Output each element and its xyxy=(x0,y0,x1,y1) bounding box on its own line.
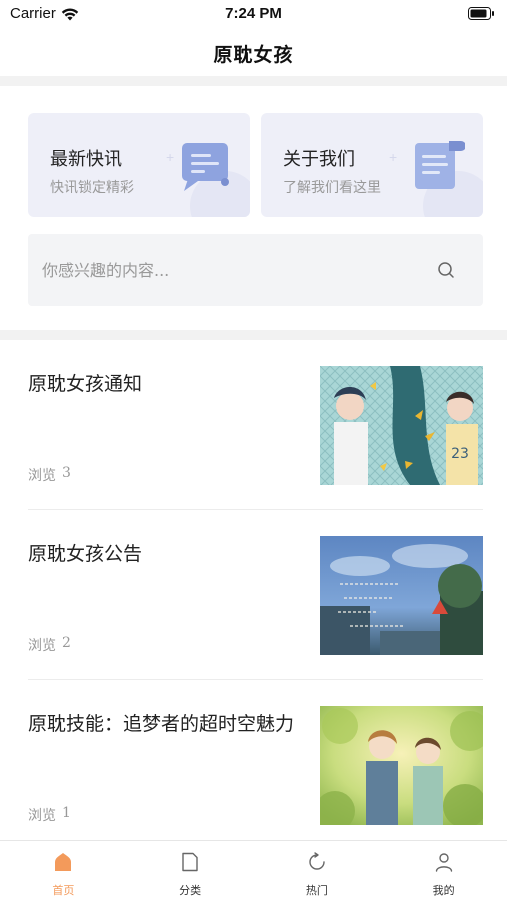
status-bar: Carrier 7:24 PM xyxy=(0,0,507,30)
view-count: 浏览 2 xyxy=(28,635,71,655)
news-thumbnail xyxy=(320,706,483,825)
tab-category[interactable]: 分类 xyxy=(127,841,254,900)
tab-label: 热门 xyxy=(305,884,328,897)
status-time: 7:24 PM xyxy=(225,5,282,22)
hot-icon xyxy=(307,852,327,876)
view-count: 浏览 1 xyxy=(28,805,71,825)
views-label: 浏览 xyxy=(28,468,56,484)
news-thumbnail xyxy=(320,536,483,655)
news-title: 原耽技能：追梦者的超时空魅力 xyxy=(28,713,295,735)
views-value: 2 xyxy=(62,635,71,651)
card-title: 关于我们 xyxy=(283,149,355,170)
section-divider xyxy=(0,76,507,86)
profile-icon xyxy=(434,852,454,876)
plus-decoration-icon: + xyxy=(389,149,398,165)
views-value: 3 xyxy=(62,465,71,481)
card-subtitle: 了解我们看这里 xyxy=(283,180,381,196)
about-us-card[interactable]: + 关于我们 了解我们看这里 xyxy=(261,113,483,217)
chat-bubble-icon xyxy=(178,139,232,197)
search-icon[interactable] xyxy=(437,261,455,283)
news-title: 原耽女孩通知 xyxy=(28,373,143,395)
section-divider xyxy=(0,330,507,340)
tab-label: 首页 xyxy=(52,884,75,897)
view-count: 浏览 3 xyxy=(28,465,71,485)
tab-bar: 首页 分类 热门 我的 xyxy=(0,840,507,900)
search-bar xyxy=(28,234,483,306)
latest-news-card[interactable]: + 最新快讯 快讯锁定精彩 xyxy=(28,113,250,217)
news-title: 原耽女孩公告 xyxy=(28,543,143,565)
feature-cards: + 最新快讯 快讯锁定精彩 + 关于我们 了解我们看这里 xyxy=(28,113,483,217)
news-item[interactable]: 原耽女孩通知 浏览 3 23 xyxy=(28,340,483,510)
svg-text:23: 23 xyxy=(451,446,469,462)
tab-profile[interactable]: 我的 xyxy=(380,841,507,900)
tab-label: 分类 xyxy=(179,884,202,897)
news-item[interactable]: 原耽女孩公告 浏览 2 xyxy=(28,510,483,680)
card-title: 最新快讯 xyxy=(50,149,122,170)
nav-bar: 原耽女孩 xyxy=(0,30,507,76)
document-icon xyxy=(411,139,466,197)
tab-hot[interactable]: 热门 xyxy=(254,841,381,900)
page-title: 原耽女孩 xyxy=(213,43,294,66)
search-input[interactable] xyxy=(42,260,422,280)
views-value: 1 xyxy=(62,805,71,821)
views-label: 浏览 xyxy=(28,638,56,654)
plus-decoration-icon: + xyxy=(166,149,175,165)
news-thumbnail: 23 xyxy=(320,366,483,485)
home-icon xyxy=(53,852,73,876)
tab-label: 我的 xyxy=(432,884,455,897)
battery-icon xyxy=(468,7,495,25)
views-label: 浏览 xyxy=(28,808,56,824)
card-subtitle: 快讯锁定精彩 xyxy=(50,180,134,196)
news-item[interactable]: 原耽技能：追梦者的超时空魅力 浏览 1 xyxy=(28,680,483,850)
category-icon xyxy=(180,852,200,876)
tab-home[interactable]: 首页 xyxy=(0,841,127,900)
